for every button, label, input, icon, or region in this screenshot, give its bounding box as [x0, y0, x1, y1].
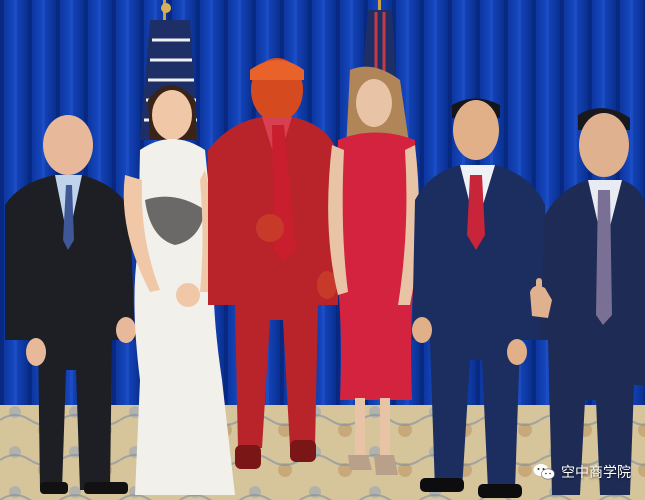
photo-scene — [0, 0, 645, 500]
watermark: 空中商学院 — [533, 462, 631, 482]
wechat-icon — [533, 464, 555, 480]
photo-stage: 空中商学院 — [0, 0, 645, 500]
watermark-text: 空中商学院 — [561, 465, 631, 481]
